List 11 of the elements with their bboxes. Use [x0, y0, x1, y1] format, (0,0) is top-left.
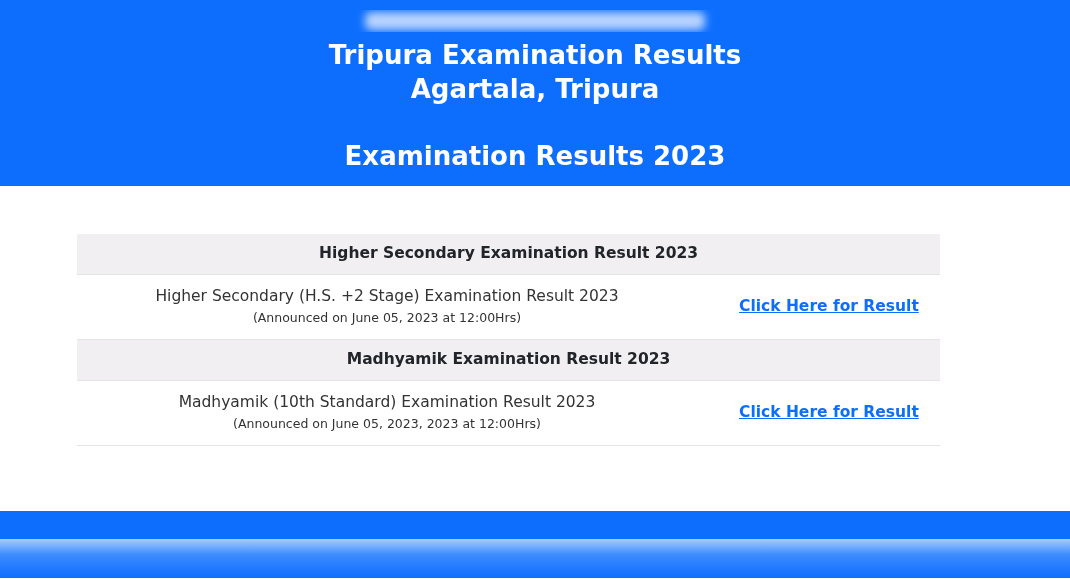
result-link[interactable]: Click Here for Result [739, 401, 919, 425]
result-link[interactable]: Click Here for Result [739, 295, 919, 319]
section-heading: Higher Secondary Examination Result 2023 [77, 234, 940, 275]
page-title-line: Tripura Examination Results [327, 39, 743, 72]
announcement-note: (Announced on June 05, 2023, 2023 at 12:00Hrs) [232, 415, 542, 433]
page-subtitle: Examination Results 2023 [343, 140, 727, 173]
result-name: Higher Secondary (H.S. +2 Stage) Examination Result 2023 [154, 286, 620, 307]
announcement-note: (Announced on June 05, 2023 at 12:00Hrs) [251, 309, 523, 327]
result-name: Madhyamik (10th Standard) Examination Result 2023 [177, 392, 597, 413]
section-heading: Madhyamik Examination Result 2023 [77, 340, 940, 381]
page-title-line: Agartala, Tripura [409, 73, 661, 106]
